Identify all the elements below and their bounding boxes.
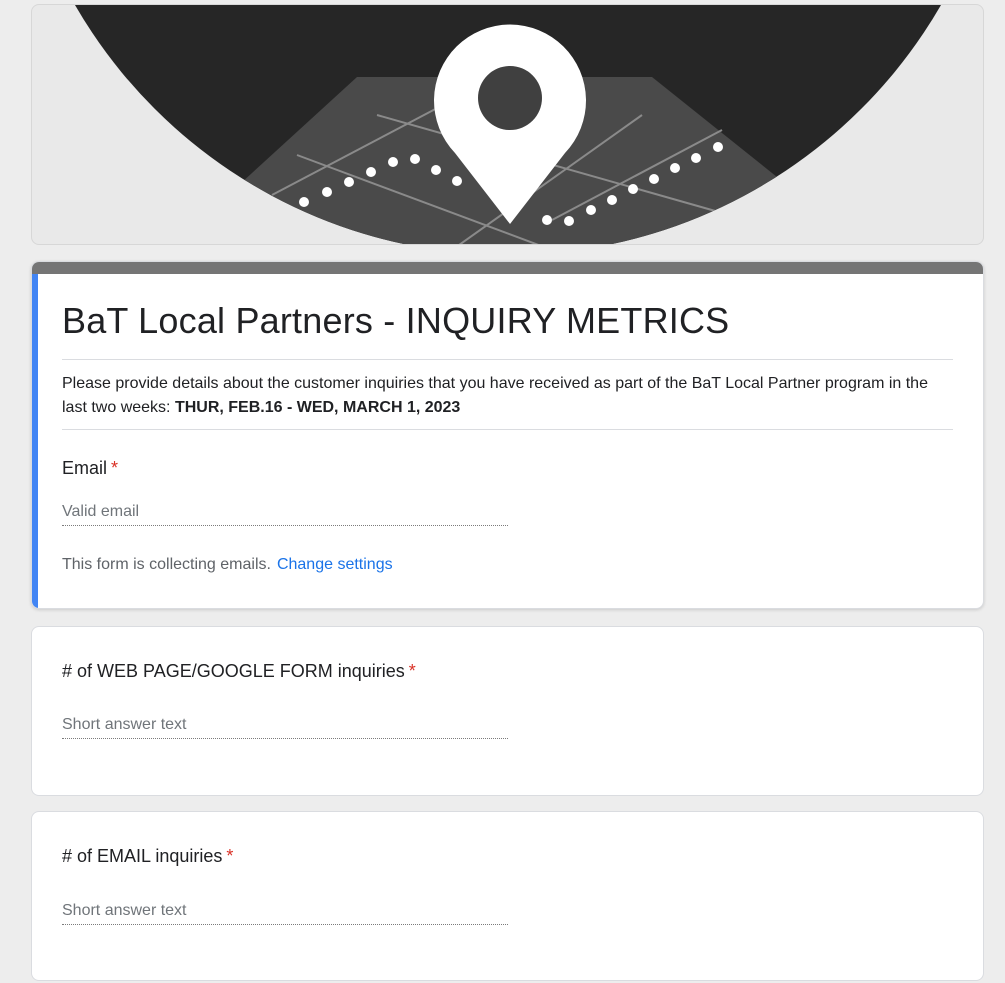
required-asterisk: *: [408, 661, 416, 681]
question-card-email-inquiries[interactable]: # of EMAIL inquiries *: [31, 811, 984, 981]
question-label-text: # of EMAIL inquiries: [62, 846, 223, 866]
email-question-label: Email *: [62, 458, 118, 479]
required-asterisk: *: [226, 846, 234, 866]
required-asterisk: *: [111, 458, 119, 478]
question-label: # of WEB PAGE/GOOGLE FORM inquiries *: [62, 661, 416, 682]
header-banner-image: [31, 4, 984, 245]
question-label-text: # of WEB PAGE/GOOGLE FORM inquiries: [62, 661, 405, 681]
question-card-web-inquiries[interactable]: # of WEB PAGE/GOOGLE FORM inquiries *: [31, 626, 984, 796]
email-input[interactable]: [62, 499, 508, 526]
form-title-card: BaT Local Partners - INQUIRY METRICS Ple…: [31, 261, 984, 609]
selected-card-indicator: [32, 274, 38, 608]
short-answer-input[interactable]: [62, 712, 508, 739]
email-label-text: Email: [62, 458, 108, 478]
form-title[interactable]: BaT Local Partners - INQUIRY METRICS: [62, 300, 729, 342]
form-description-dates: THUR, FEB.16 - WED, MARCH 1, 2023: [174, 399, 461, 416]
title-underline: [62, 359, 953, 360]
short-answer-input[interactable]: [62, 898, 508, 925]
question-label: # of EMAIL inquiries *: [62, 846, 233, 867]
form-description[interactable]: Please provide details about the custome…: [62, 372, 953, 420]
change-settings-link[interactable]: Change settings: [277, 556, 393, 573]
email-collection-note-text: This form is collecting emails.: [62, 556, 271, 573]
map-pin-banner-illustration: [75, 5, 941, 244]
email-collection-note: This form is collecting emails. Change se…: [62, 556, 393, 574]
description-underline: [62, 429, 953, 430]
title-card-header-bar: [32, 262, 983, 274]
